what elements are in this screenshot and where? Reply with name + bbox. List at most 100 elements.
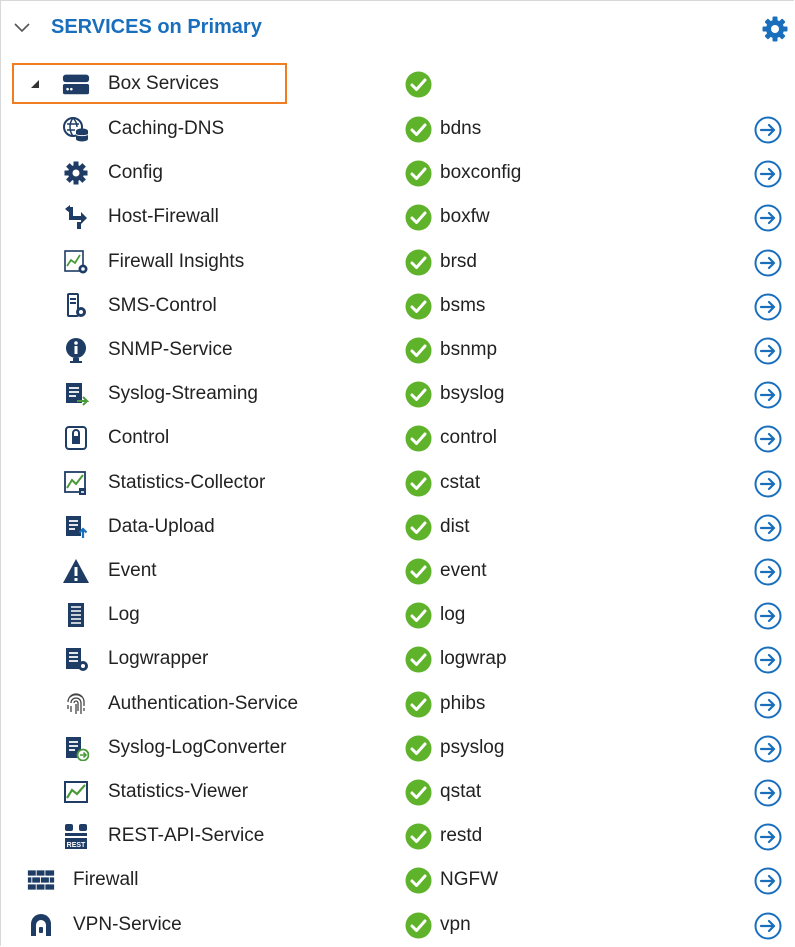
service-row-statistics-collector[interactable]: Statistics-Collector cstat xyxy=(0,461,795,505)
status-ok-icon xyxy=(405,779,432,806)
go-to-service-arrow-icon[interactable] xyxy=(753,336,783,366)
service-label: Config xyxy=(108,162,163,183)
service-row-statistics-viewer[interactable]: Statistics-Viewer qstat xyxy=(0,770,795,814)
panel-header: SERVICES on Primary xyxy=(0,0,795,58)
lock-control-icon xyxy=(62,424,90,452)
go-to-service-arrow-icon[interactable] xyxy=(753,690,783,720)
status-ok-icon xyxy=(405,425,432,452)
service-row-host-firewall[interactable]: Host-Firewall boxfw xyxy=(0,195,795,239)
service-row-log[interactable]: Log log xyxy=(0,593,795,637)
rest-api-icon: REST xyxy=(62,822,90,850)
service-row-firewall-insights[interactable]: Firewall Insights brsd xyxy=(0,240,795,284)
go-to-service-arrow-icon[interactable] xyxy=(753,513,783,543)
panel-title: SERVICES on Primary xyxy=(51,16,262,38)
service-code: brsd xyxy=(440,251,477,272)
service-code: psyslog xyxy=(440,737,505,758)
go-to-service-arrow-icon[interactable] xyxy=(753,115,783,145)
vpn-tunnel-icon xyxy=(27,911,55,939)
service-label: Firewall xyxy=(73,869,139,890)
dns-database-icon xyxy=(62,115,90,143)
service-row-data-upload[interactable]: Data-Upload dist xyxy=(0,505,795,549)
go-to-service-arrow-icon[interactable] xyxy=(753,159,783,189)
status-ok-icon xyxy=(405,558,432,585)
status-ok-icon xyxy=(405,71,432,98)
go-to-service-arrow-icon[interactable] xyxy=(753,734,783,764)
go-to-service-arrow-icon[interactable] xyxy=(753,866,783,896)
service-row-caching-dns[interactable]: Caching-DNS bdns xyxy=(0,107,795,151)
go-to-service-arrow-icon[interactable] xyxy=(753,248,783,278)
go-to-service-arrow-icon[interactable] xyxy=(753,292,783,322)
go-to-service-arrow-icon[interactable] xyxy=(753,601,783,631)
brick-wall-icon xyxy=(27,866,55,894)
go-to-service-arrow-icon[interactable] xyxy=(753,424,783,454)
service-row-control[interactable]: Control control xyxy=(0,416,795,460)
service-label: Statistics-Collector xyxy=(108,472,266,493)
service-row-logwrapper[interactable]: Logwrapper logwrap xyxy=(0,637,795,681)
service-label: Firewall Insights xyxy=(108,251,245,272)
service-label: Data-Upload xyxy=(108,516,215,537)
service-label: Caching-DNS xyxy=(108,118,225,139)
service-code: event xyxy=(440,560,487,581)
go-to-service-arrow-icon[interactable] xyxy=(753,203,783,233)
service-code: NGFW xyxy=(440,869,499,890)
warning-icon xyxy=(62,557,90,585)
service-row-rest-api-service[interactable]: REST REST-API-Service restd xyxy=(0,814,795,858)
service-label: SNMP-Service xyxy=(108,339,233,360)
service-code: bdns xyxy=(440,118,482,139)
status-ok-icon xyxy=(405,470,432,497)
go-to-service-arrow-icon[interactable] xyxy=(753,911,783,941)
service-row-config[interactable]: Config boxconfig xyxy=(0,151,795,195)
go-to-service-arrow-icon[interactable] xyxy=(753,469,783,499)
go-to-service-arrow-icon[interactable] xyxy=(753,778,783,808)
service-row-vpn-service[interactable]: VPN-Service vpn xyxy=(0,903,795,947)
go-to-service-arrow-icon[interactable] xyxy=(753,822,783,852)
fingerprint-icon xyxy=(62,690,90,718)
insights-chart-icon xyxy=(62,248,90,276)
service-code: vpn xyxy=(440,914,471,935)
settings-gear-icon[interactable] xyxy=(760,14,790,44)
service-code: cstat xyxy=(440,472,481,493)
service-row-authentication-service[interactable]: Authentication-Service phibs xyxy=(0,682,795,726)
status-ok-icon xyxy=(405,823,432,850)
service-code: boxfw xyxy=(440,206,490,227)
status-ok-icon xyxy=(405,602,432,629)
status-ok-icon xyxy=(405,691,432,718)
service-code: boxconfig xyxy=(440,162,522,183)
status-ok-icon xyxy=(405,735,432,762)
service-label: VPN-Service xyxy=(73,914,182,935)
status-ok-icon xyxy=(405,867,432,894)
gear-icon xyxy=(62,159,90,187)
service-label: Control xyxy=(108,427,170,448)
service-code: control xyxy=(440,427,498,448)
service-row-event[interactable]: Event event xyxy=(0,549,795,593)
service-row-firewall[interactable]: Firewall NGFW xyxy=(0,858,795,902)
status-ok-icon xyxy=(405,116,432,143)
service-label: Syslog-LogConverter xyxy=(108,737,287,758)
service-code: bsyslog xyxy=(440,383,505,404)
service-row-sms-control[interactable]: SMS-Control bsms xyxy=(0,284,795,328)
go-to-service-arrow-icon[interactable] xyxy=(753,645,783,675)
status-ok-icon xyxy=(405,204,432,231)
service-code: log xyxy=(440,604,466,625)
service-label: Syslog-Streaming xyxy=(108,383,258,404)
service-code: dist xyxy=(440,516,470,537)
service-code: logwrap xyxy=(440,648,507,669)
go-to-service-arrow-icon[interactable] xyxy=(753,557,783,587)
service-code: bsms xyxy=(440,295,486,316)
syslog-converter-icon xyxy=(62,734,90,762)
service-row-syslog-logconverter[interactable]: Syslog-LogConverter psyslog xyxy=(0,726,795,770)
status-ok-icon xyxy=(405,249,432,276)
log-document-icon xyxy=(62,601,90,629)
service-row-syslog-streaming[interactable]: Syslog-Streaming bsyslog xyxy=(0,372,795,416)
sms-control-icon xyxy=(62,292,90,320)
go-to-service-arrow-icon[interactable] xyxy=(753,380,783,410)
rest-badge-text: REST xyxy=(67,842,86,849)
chevron-down-icon[interactable] xyxy=(12,18,32,38)
service-row-snmp-service[interactable]: SNMP-Service bsnmp xyxy=(0,328,795,372)
status-ok-icon xyxy=(405,293,432,320)
status-ok-icon xyxy=(405,381,432,408)
service-label: Event xyxy=(108,560,157,581)
service-code: qstat xyxy=(440,781,482,802)
status-ok-icon xyxy=(405,160,432,187)
service-label: Statistics-Viewer xyxy=(108,781,249,802)
